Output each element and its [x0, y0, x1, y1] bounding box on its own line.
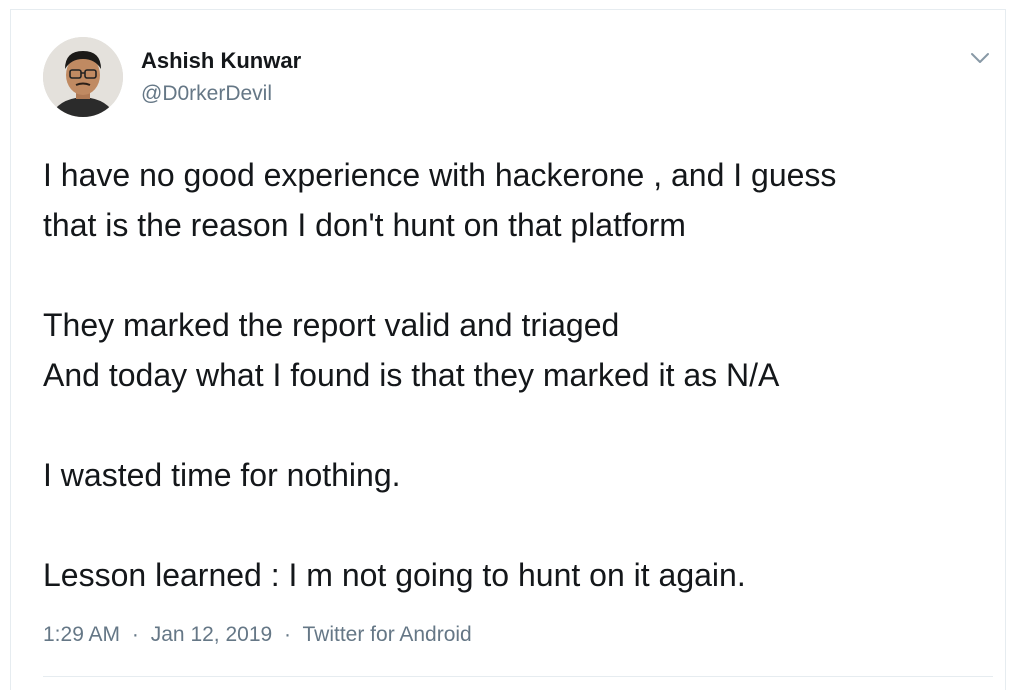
tweet-time[interactable]: 1:29 AM: [43, 623, 120, 646]
tweet-text: I have no good experience with hackerone…: [43, 150, 993, 600]
tweet-menu-button[interactable]: [966, 46, 994, 70]
tweet-line: They marked the report valid and triaged: [43, 307, 620, 343]
tweet-date[interactable]: Jan 12, 2019: [151, 623, 272, 646]
author-avatar[interactable]: [43, 37, 123, 117]
tweet-source-link[interactable]: Twitter for Android: [303, 623, 472, 646]
tweet-line: I wasted time for nothing.: [43, 457, 401, 493]
tweet-meta: 1:29 AM · Jan 12, 2019 · Twitter for And…: [43, 623, 472, 647]
divider: [43, 676, 993, 677]
tweet-line-break: [43, 400, 993, 450]
author-handle[interactable]: @D0rkerDevil: [141, 82, 272, 106]
tweet-line: that is the reason I don't hunt on that …: [43, 207, 686, 243]
tweet-card: Ashish Kunwar @D0rkerDevil I have no goo…: [10, 9, 1006, 690]
author-name[interactable]: Ashish Kunwar: [141, 48, 301, 74]
user-avatar-icon: [43, 37, 123, 117]
tweet-line: And today what I found is that they mark…: [43, 357, 780, 393]
meta-separator: ·: [284, 623, 292, 646]
chevron-down-icon: [971, 53, 989, 63]
tweet-line-break: [43, 250, 993, 300]
tweet-line: I have no good experience with hackerone…: [43, 157, 837, 193]
meta-separator: ·: [131, 623, 139, 646]
tweet-line-break: [43, 500, 993, 550]
tweet-line: Lesson learned : I m not going to hunt o…: [43, 557, 746, 593]
